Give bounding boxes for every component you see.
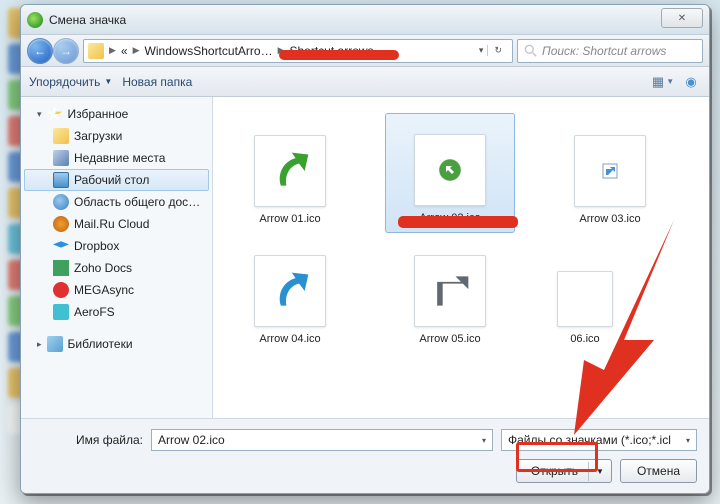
sidebar-item-recent[interactable]: Недавние места	[21, 147, 212, 169]
file-name: 06.ico	[570, 333, 599, 345]
sidebar-item-mega[interactable]: MEGAsync	[21, 279, 212, 301]
close-button[interactable]: ✕	[661, 8, 703, 28]
cancel-button[interactable]: Отмена	[620, 459, 697, 483]
zoho-icon	[53, 260, 69, 276]
search-input[interactable]: Поиск: Shortcut arrows	[517, 39, 703, 63]
nav-back-button[interactable]: ←	[27, 38, 53, 64]
chevron-down-icon: ▼	[104, 77, 112, 86]
arrow-icon	[268, 269, 312, 313]
sidebar[interactable]: ▾ Избранное Загрузки Недавние места Рабо…	[21, 97, 213, 418]
arrow-icon	[602, 163, 618, 179]
file-list[interactable]: Arrow 01.ico Arrow 02.ico Arrow 03.ico A…	[213, 97, 709, 418]
folder-icon	[88, 43, 104, 59]
nav-forward-button[interactable]: →	[53, 38, 79, 64]
downloads-icon	[53, 128, 69, 144]
chevron-down-icon: ▾	[482, 436, 486, 445]
sidebar-item-downloads[interactable]: Загрузки	[21, 125, 212, 147]
file-item[interactable]: 06.ico	[545, 233, 625, 353]
mega-icon	[53, 282, 69, 298]
open-file-dialog: Смена значка ✕ ← → ▶ « ▶ WindowsShortcut…	[20, 4, 710, 494]
address-bar: ← → ▶ « ▶ WindowsShortcutArro… ▶ Shortcu…	[21, 35, 709, 67]
breadcrumb-dropdown[interactable]: ▾↻	[477, 45, 508, 56]
window-title: Смена значка	[49, 13, 126, 27]
sidebar-libraries-header[interactable]: ▸ Библиотеки	[21, 333, 212, 355]
star-icon	[47, 106, 63, 122]
file-thumbnail	[254, 255, 326, 327]
arrow-icon	[438, 158, 462, 182]
search-placeholder: Поиск: Shortcut arrows	[542, 44, 666, 58]
view-button[interactable]: ▦▼	[653, 73, 673, 91]
file-thumbnail	[254, 135, 326, 207]
toolbar: Упорядочить▼ Новая папка ▦▼ ◉	[21, 67, 709, 97]
chevron-right-icon: ▶	[107, 45, 118, 56]
file-thumbnail	[574, 135, 646, 207]
chevron-down-icon: ▾	[686, 436, 690, 445]
app-icon	[27, 12, 43, 28]
open-button[interactable]: Открыть▼	[516, 459, 612, 483]
sidebar-item-public[interactable]: Область общего доступа	[21, 191, 212, 213]
sidebar-item-zoho[interactable]: Zoho Docs	[21, 257, 212, 279]
breadcrumb-part[interactable]: WindowsShortcutArro…	[145, 44, 273, 58]
new-folder-button[interactable]: Новая папка	[122, 75, 192, 89]
collapse-icon: ▸	[37, 339, 42, 350]
file-thumbnail	[557, 271, 613, 327]
sidebar-item-desktop[interactable]: Рабочий стол	[24, 169, 209, 191]
libraries-icon	[47, 336, 63, 352]
file-item-selected[interactable]: Arrow 02.ico	[385, 113, 515, 233]
sidebar-favorites-header[interactable]: ▾ Избранное	[21, 103, 212, 125]
filename-input[interactable]: Arrow 02.ico ▾	[151, 429, 493, 451]
collapse-icon: ▾	[37, 109, 42, 120]
filename-label: Имя файла:	[33, 433, 143, 447]
help-button[interactable]: ◉	[681, 73, 701, 91]
file-thumbnail	[414, 134, 486, 206]
file-name: Arrow 02.ico	[419, 212, 480, 224]
title-bar[interactable]: Смена значка ✕	[21, 5, 709, 35]
dropbox-icon	[53, 238, 69, 254]
file-name: Arrow 01.ico	[259, 213, 320, 225]
search-icon	[524, 44, 538, 58]
file-item[interactable]: Arrow 01.ico	[225, 113, 355, 233]
file-name: Arrow 03.ico	[579, 213, 640, 225]
file-name: Arrow 05.ico	[419, 333, 480, 345]
file-thumbnail	[414, 255, 486, 327]
dialog-footer: Имя файла: Arrow 02.ico ▾ Файлы со значк…	[21, 418, 709, 493]
arrow-icon	[268, 149, 312, 193]
sidebar-item-aerofs[interactable]: AeroFS	[21, 301, 212, 323]
filetype-filter[interactable]: Файлы со значками (*.ico;*.icl ▾	[501, 429, 697, 451]
globe-icon	[53, 194, 69, 210]
mailru-icon	[53, 216, 69, 232]
chevron-right-icon: ▶	[131, 45, 142, 56]
chevron-down-icon[interactable]: ▼	[588, 462, 611, 481]
organize-button[interactable]: Упорядочить▼	[29, 75, 112, 89]
breadcrumb-ellipsis[interactable]: «	[121, 44, 128, 58]
file-item[interactable]: Arrow 04.ico	[225, 233, 355, 353]
chevron-down-icon: ▼	[666, 77, 674, 86]
file-item[interactable]: Arrow 03.ico	[545, 113, 675, 233]
file-name: Arrow 04.ico	[259, 333, 320, 345]
breadcrumb[interactable]: ▶ « ▶ WindowsShortcutArro… ▶ Shortcut ar…	[83, 39, 513, 63]
recent-icon	[53, 150, 69, 166]
aerofs-icon	[53, 304, 69, 320]
breadcrumb-part[interactable]: Shortcut arrows	[290, 44, 374, 58]
file-item[interactable]: Arrow 05.ico	[385, 233, 515, 353]
chevron-right-icon: ▶	[276, 45, 287, 56]
sidebar-item-dropbox[interactable]: Dropbox	[21, 235, 212, 257]
arrow-icon	[428, 269, 472, 313]
desktop-icon	[53, 172, 69, 188]
sidebar-item-mailru[interactable]: Mail.Ru Cloud	[21, 213, 212, 235]
